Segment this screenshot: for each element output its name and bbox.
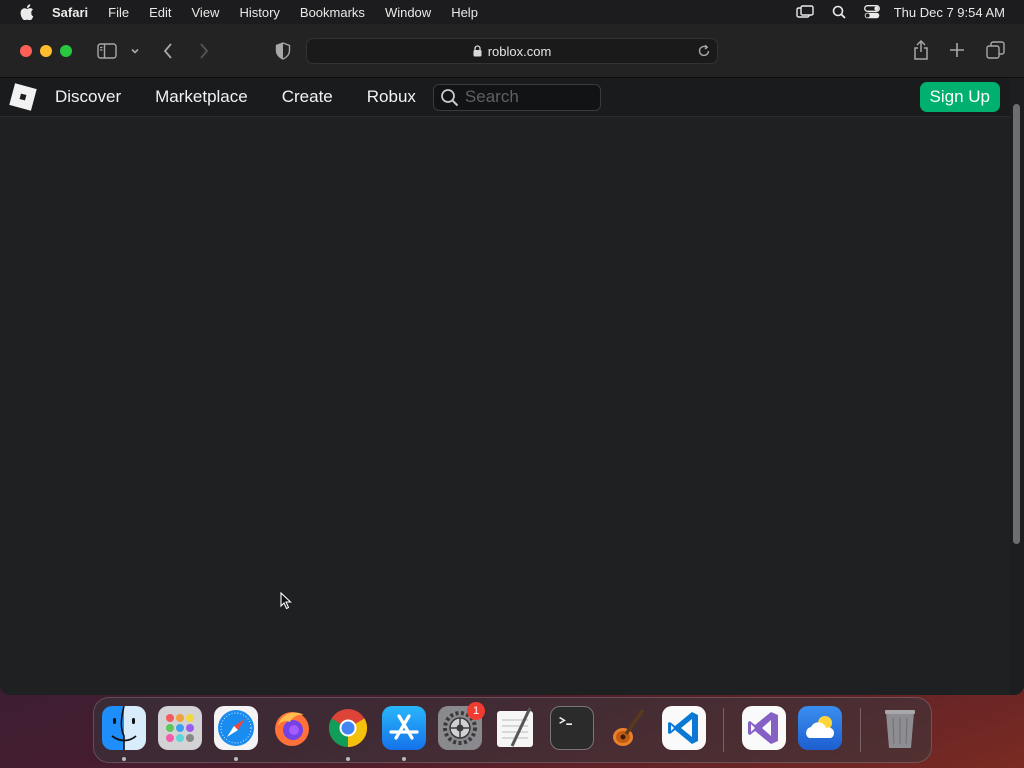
firefox-icon[interactable] xyxy=(270,706,314,750)
nav-robux[interactable]: Robux xyxy=(367,87,416,107)
textedit-icon[interactable] xyxy=(494,706,538,750)
sidebar-icon[interactable] xyxy=(97,43,117,59)
forward-icon[interactable] xyxy=(198,42,210,60)
menu-window[interactable]: Window xyxy=(385,5,431,20)
menu-file[interactable]: File xyxy=(108,5,129,20)
new-tab-icon[interactable] xyxy=(949,42,965,58)
url-text: roblox.com xyxy=(487,43,552,59)
running-indicator xyxy=(234,757,238,761)
menu-app-name[interactable]: Safari xyxy=(52,5,88,20)
back-icon[interactable] xyxy=(162,42,174,60)
visual-studio-icon[interactable] xyxy=(742,706,786,750)
spotlight-search-icon[interactable] xyxy=(832,5,846,19)
menu-help[interactable]: Help xyxy=(451,5,478,20)
menu-history[interactable]: History xyxy=(239,5,279,20)
address-bar[interactable]: roblox.com xyxy=(306,38,718,64)
lock-icon xyxy=(473,45,482,57)
notification-badge: 1 xyxy=(467,702,485,720)
scrollbar-thumb[interactable] xyxy=(1013,104,1020,544)
running-indicator xyxy=(346,757,350,761)
apple-icon[interactable] xyxy=(20,4,34,20)
share-icon[interactable] xyxy=(912,39,930,61)
page-content xyxy=(0,117,1010,695)
reload-icon[interactable] xyxy=(697,44,711,58)
nav-create[interactable]: Create xyxy=(282,87,333,107)
menu-bookmarks[interactable]: Bookmarks xyxy=(300,5,365,20)
dock-separator xyxy=(723,708,724,752)
zoom-window-button[interactable] xyxy=(60,45,72,57)
control-center-icon[interactable] xyxy=(863,5,880,19)
close-window-button[interactable] xyxy=(20,45,32,57)
screen-mirroring-icon[interactable] xyxy=(796,5,814,19)
search-icon xyxy=(440,88,459,107)
menu-bar: Safari File Edit View History Bookmarks … xyxy=(0,0,1024,24)
search-box[interactable] xyxy=(432,83,601,111)
safari-toolbar: roblox.com xyxy=(0,24,1024,78)
running-indicator xyxy=(402,757,406,761)
menu-view[interactable]: View xyxy=(192,5,220,20)
dock xyxy=(93,697,932,763)
chrome-icon[interactable] xyxy=(326,706,370,750)
roblox-navbar: Discover Marketplace Create Robux Sign U… xyxy=(0,78,1010,117)
tab-overview-icon[interactable] xyxy=(986,41,1005,59)
nav-discover[interactable]: Discover xyxy=(55,87,121,107)
search-input[interactable] xyxy=(464,87,585,107)
launchpad-icon[interactable] xyxy=(158,706,202,750)
privacy-shield-icon[interactable] xyxy=(275,42,291,60)
terminal-icon[interactable] xyxy=(550,706,594,750)
safari-icon[interactable] xyxy=(214,706,258,750)
finder-icon[interactable] xyxy=(102,706,146,750)
trash-icon[interactable] xyxy=(878,706,922,750)
menu-edit[interactable]: Edit xyxy=(149,5,171,20)
app-store-icon[interactable] xyxy=(382,706,426,750)
roblox-logo-icon[interactable] xyxy=(9,83,37,111)
dock-separator xyxy=(860,708,861,752)
mouse-pointer-icon xyxy=(280,591,292,615)
safari-window: roblox.com Discover Marketplace Create R… xyxy=(0,24,1024,695)
weather-icon[interactable] xyxy=(798,706,842,750)
page-scrollbar[interactable] xyxy=(1010,78,1024,695)
menu-clock[interactable]: Thu Dec 7 9:54 AM xyxy=(894,5,1005,20)
nav-marketplace[interactable]: Marketplace xyxy=(155,87,248,107)
chevron-down-icon[interactable] xyxy=(130,46,140,56)
garageband-icon[interactable] xyxy=(606,706,650,750)
running-indicator xyxy=(122,757,126,761)
minimize-window-button[interactable] xyxy=(40,45,52,57)
vscode-icon[interactable] xyxy=(662,706,706,750)
sign-up-button[interactable]: Sign Up xyxy=(919,82,1000,112)
